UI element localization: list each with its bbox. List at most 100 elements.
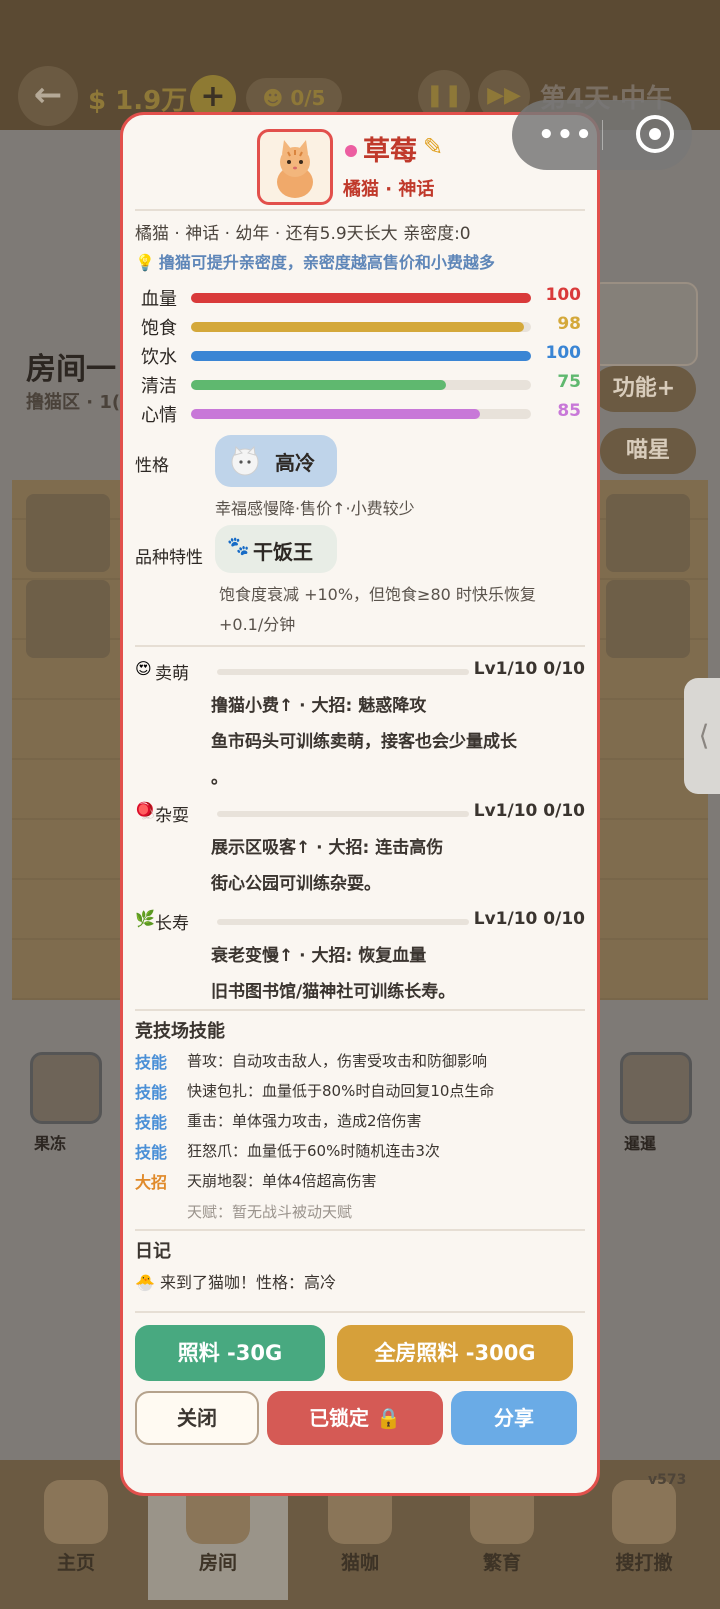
nav-search[interactable]: 搜打撤 (574, 1470, 714, 1600)
arena-title: 竞技场技能 (135, 1021, 225, 1042)
nav-cafe-label: 猫咖 (340, 1552, 379, 1574)
arena-skill-row: 技能 普攻：自动攻击敌人，伤害受攻击和防御影响 (135, 1049, 585, 1075)
skill-progress-bar (217, 919, 469, 925)
feed-all-button[interactable]: 全房照料 -300G (337, 1325, 573, 1381)
nav-home-label: 主页 (56, 1552, 95, 1574)
cat-card-left-name: 果冻 (34, 1134, 67, 1153)
skill-name: 长寿 (155, 914, 189, 934)
cat-head-icon: ☻ (262, 86, 291, 110)
stat-row: 血量 100 (141, 285, 581, 310)
white-cat-icon (231, 445, 259, 476)
cat-toy-tile (606, 494, 690, 572)
food-bowl-tile (26, 494, 110, 572)
nav-search-label: 搜打撤 (615, 1552, 673, 1574)
arena-skill-tag: 大招 (135, 1173, 168, 1192)
arena-skill-text: 狂怒爪：血量低于60%时随机连击3次 (187, 1142, 440, 1160)
stat-value: 85 (557, 401, 581, 421)
trait-label: 品种特性 (135, 548, 203, 568)
cat-info-line: 橘猫 · 神话 · 幼年 · 还有5.9天长大 亲密度:0 (135, 224, 471, 244)
side-drawer-handle[interactable]: ⟨ (684, 678, 720, 794)
stat-bar-fill (191, 322, 525, 332)
locked-button[interactable]: 已锁定 🔒 (267, 1391, 443, 1445)
skill-name: 卖萌 (155, 664, 189, 684)
cat-card-right[interactable] (620, 1052, 692, 1124)
skill-desc: 衰老变慢↑ · 大招: 恢复血量 (211, 946, 427, 966)
skill-header: 😍 卖萌 Lv1/10 0/10 (135, 659, 585, 684)
stat-row: 心情 85 (141, 401, 581, 426)
skill-progress-bar (217, 811, 469, 817)
stat-row: 饮水 100 (141, 343, 582, 368)
stat-bar (191, 351, 531, 361)
stat-label: 清洁 (141, 376, 177, 397)
skill-level: Lv1/10 0/10 (473, 659, 585, 679)
divider (135, 1009, 585, 1011)
arena-skill-text: 普攻：自动攻击敌人，伤害受攻击和防御影响 (187, 1052, 488, 1070)
stat-bar-fill (191, 351, 531, 361)
cat-name: 草莓 (363, 136, 417, 167)
arena-skill-text: 天崩地裂：单体4倍超高伤害 (187, 1172, 377, 1190)
affinity-tip-text: 撸猫可提升亲密度，亲密度越高售价和小费越多 (158, 253, 495, 272)
stat-label: 心情 (141, 405, 177, 426)
edit-name-icon[interactable]: ✎ (423, 133, 443, 161)
nav-room-label: 房间 (198, 1552, 237, 1574)
stat-label: 饱食 (141, 318, 177, 339)
skill-desc: 旧书图书馆/猫神社可训练长寿。 (211, 982, 456, 1002)
cat-breed: 橘猫 · 神话 (343, 179, 435, 200)
more-icon[interactable]: ••• (538, 120, 594, 150)
version-label: v573 (648, 1472, 687, 1488)
trait-desc-2: +0.1/分钟 (219, 615, 296, 634)
cat-card-left[interactable] (30, 1052, 102, 1124)
stat-bar (191, 409, 531, 419)
function-button[interactable]: 功能+ (592, 366, 696, 412)
skill-desc: 展示区吸客↑ · 大招: 连击高伤 (211, 838, 444, 858)
arena-skill-tag: 技能 (135, 1053, 168, 1072)
cat-count: 0/5 (290, 86, 326, 110)
back-button[interactable]: ← (18, 66, 78, 126)
miniprogram-capsule: ••• (512, 100, 692, 170)
skill-icon: 🌿 (135, 909, 155, 928)
diary-title: 日记 (135, 1241, 171, 1262)
divider (135, 209, 585, 211)
chick-icon: 🐣 (135, 1273, 155, 1292)
divider (135, 1311, 585, 1313)
close-button[interactable]: 关闭 (135, 1391, 259, 1445)
skill-icon: 😍 (135, 659, 152, 678)
stat-label: 血量 (141, 289, 177, 310)
stat-bar (191, 380, 531, 390)
personality-tag-text: 高冷 (275, 451, 315, 475)
diary-entry: 🐣 来到了猫咖！性格：高冷 (135, 1269, 336, 1293)
stat-value: 75 (557, 372, 581, 392)
miaoxing-button[interactable]: 喵星 (600, 428, 696, 474)
coin-bag-icon: $ (88, 86, 107, 116)
stat-bar-fill (191, 380, 446, 390)
orange-cat-icon (277, 140, 313, 198)
personality-label: 性格 (135, 456, 169, 476)
nav-home[interactable]: 主页 (6, 1470, 146, 1600)
stat-bar-fill (191, 293, 531, 303)
arena-skill-tag: 技能 (135, 1143, 168, 1162)
skill-header: 🌿 长寿 Lv1/10 0/10 (135, 909, 585, 934)
share-button[interactable]: 分享 (451, 1391, 577, 1445)
skill-desc: 。 (211, 768, 228, 788)
room-title: 房间一 (26, 352, 116, 387)
trait-desc-1: 饱食度衰减 +10%，但饱食≥80 时快乐恢复 (219, 585, 536, 604)
feed-button[interactable]: 照料 -30G (135, 1325, 325, 1381)
paw-icon: 🐾 (227, 536, 250, 557)
stat-value: 100 (545, 343, 582, 363)
arena-skill-row: 技能 狂怒爪：血量低于60%时随机连击3次 (135, 1139, 585, 1165)
skill-desc: 街心公园可训练杂耍。 (211, 874, 381, 894)
personality-desc: 幸福感慢降·售价↑·小费较少 (215, 499, 415, 518)
stat-bar (191, 293, 531, 303)
skill-header: 🪀 杂耍 Lv1/10 0/10 (135, 801, 585, 826)
arena-skill-text: 重击：单体强力攻击，造成2倍伤害 (187, 1112, 422, 1130)
personality-tag: 高冷 (215, 435, 337, 487)
skill-level: Lv1/10 0/10 (473, 801, 585, 821)
skill-desc: 撸猫小费↑ · 大招: 魅惑降攻 (211, 696, 427, 716)
close-miniprogram-icon[interactable] (636, 115, 674, 153)
arena-skill-tag: 技能 (135, 1083, 168, 1102)
divider (135, 1229, 585, 1231)
nav-breed-label: 繁育 (482, 1552, 521, 1574)
skill-icon: 🪀 (135, 801, 155, 820)
room-subtitle: 撸猫区 · 1( (26, 392, 121, 413)
skill-name: 杂耍 (155, 806, 189, 826)
